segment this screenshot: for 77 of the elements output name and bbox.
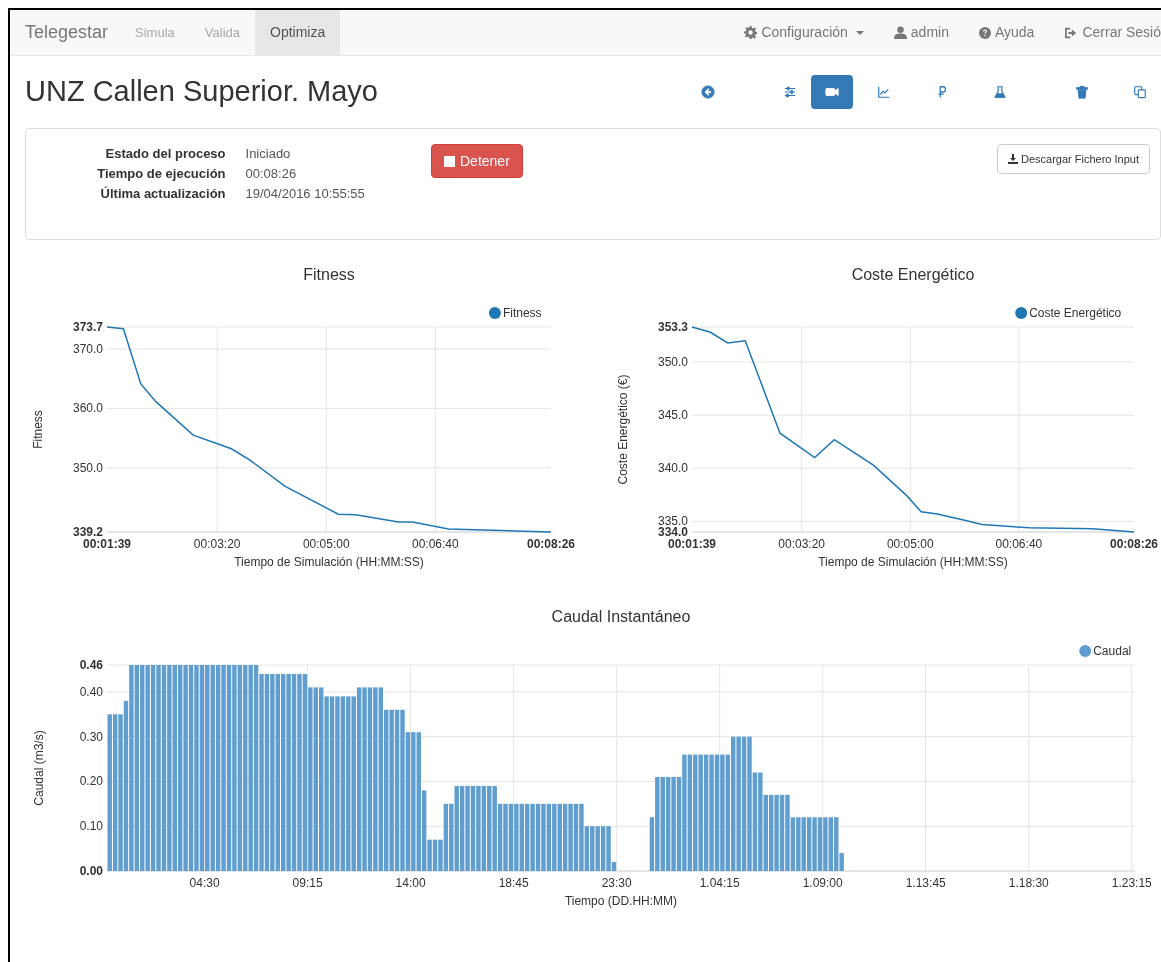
axis-tick-label: 00:01:39 — [83, 537, 131, 551]
axis-tick-label: 1.13:45 — [905, 876, 946, 890]
stop-icon — [444, 155, 455, 167]
axis-tick-label: 0.20 — [79, 774, 103, 789]
download-button[interactable]: Descargar Fichero Input — [997, 144, 1150, 174]
axis-tick-label: 23:30 — [601, 876, 632, 890]
user-icon — [893, 26, 907, 39]
axis-tick-label: 00:03:20 — [778, 537, 826, 551]
nav-menu-item[interactable]: Cerrar Sesió — [1049, 10, 1161, 55]
axis-tick-label: 09:15 — [292, 876, 323, 890]
axis-tick-label: 350.0 — [657, 355, 688, 370]
legend-label: Fitness — [502, 306, 542, 320]
line-chart-icon — [877, 85, 891, 99]
axis-tick-label: 00:01:39 — [668, 537, 716, 551]
axis-tick-label: 0.30 — [79, 729, 103, 744]
sliders-icon — [783, 85, 797, 99]
axis-tick-label: 00:05:00 — [886, 537, 934, 551]
nav-tab[interactable]: Optimiza — [255, 10, 341, 55]
field-value: 19/04/2016 10:55:55 — [245, 185, 366, 203]
axis-tick-label: 345.0 — [657, 408, 688, 423]
nav-menu-item[interactable]: admin — [878, 10, 964, 55]
chart-title: Coste Energético — [851, 266, 975, 283]
axis-title: Coste Energético (€) — [616, 374, 630, 485]
axis-tick-label: 0.00 — [79, 864, 103, 878]
brand-name[interactable]: Telegestar — [25, 10, 109, 55]
stop-button[interactable]: Detener — [431, 144, 523, 178]
axis-tick-label: 00:08:26 — [527, 537, 575, 551]
field-label: Última actualización — [99, 185, 226, 203]
toolbar-button[interactable] — [811, 75, 853, 109]
axis-tick-label: 339.2 — [72, 525, 103, 539]
download-icon — [1008, 154, 1018, 164]
page-title: UNZ Callen Superior. Mayo — [25, 74, 378, 110]
axis-tick-label: 0.10 — [79, 819, 103, 834]
field-value: 00:08:26 — [245, 165, 298, 183]
axis-tick-label: 334.0 — [657, 525, 688, 539]
axis-tick-label: 373.7 — [72, 320, 103, 334]
axis-tick-label: 0.40 — [79, 684, 103, 699]
axis-tick-label: 1.04:15 — [699, 876, 740, 890]
axis-tick-label: 00:03:20 — [193, 537, 241, 551]
logout-icon — [1064, 26, 1079, 39]
axis-tick-label: 350.0 — [72, 460, 103, 475]
back-icon — [701, 85, 715, 99]
axis-tick-label: 14:00 — [395, 876, 426, 890]
help-icon — [978, 26, 991, 39]
chart-title: Fitness — [303, 266, 355, 283]
axis-tick-label: 1.18:30 — [1008, 876, 1049, 890]
nav-menu-item[interactable]: Ayuda — [963, 10, 1050, 55]
axis-tick-label: 00:05:00 — [302, 537, 350, 551]
axis-title: Tiempo de Simulación (HH:MM:SS) — [818, 555, 1008, 569]
axis-tick-label: 00:08:26 — [1110, 537, 1158, 551]
axis-tick-label: 00:06:40 — [995, 537, 1043, 551]
flask-icon — [993, 85, 1007, 99]
axis-title: Fitness — [31, 410, 45, 449]
axis-tick-label: 353.3 — [657, 320, 688, 334]
axis-title: Tiempo de Simulación (HH:MM:SS) — [234, 555, 424, 569]
axis-tick-label: 04:30 — [189, 876, 220, 890]
axis-tick-label: 340.0 — [657, 461, 688, 476]
axis-tick-label: 0.46 — [79, 658, 103, 672]
field-label: Tiempo de ejecución — [96, 165, 226, 183]
axis-tick-label: 1.09:00 — [802, 876, 843, 890]
copy-icon — [1133, 85, 1147, 99]
field-value: Iniciado — [245, 145, 292, 163]
axis-tick-label: 370.0 — [72, 342, 103, 356]
axis-tick-label: 18:45 — [498, 876, 529, 890]
legend-label: Caudal — [1093, 644, 1132, 658]
field-label: Estado del proceso — [104, 145, 226, 163]
axis-tick-label: 00:06:40 — [412, 537, 459, 551]
axis-tick-label: 360.0 — [72, 401, 103, 416]
video-camera-icon — [825, 85, 839, 99]
chart-title: Caudal Instantáneo — [551, 608, 691, 625]
trash-icon — [1075, 85, 1089, 99]
axis-title: Caudal (m3/s) — [32, 730, 46, 806]
legend-label: Coste Energético — [1029, 306, 1122, 320]
nav-menu-item[interactable]: Configuración — [729, 10, 879, 55]
axis-title: Tiempo (DD.HH:MM) — [564, 894, 678, 908]
axis-tick-label: 1.23:15 — [1111, 876, 1152, 890]
gear-icon — [744, 26, 758, 39]
